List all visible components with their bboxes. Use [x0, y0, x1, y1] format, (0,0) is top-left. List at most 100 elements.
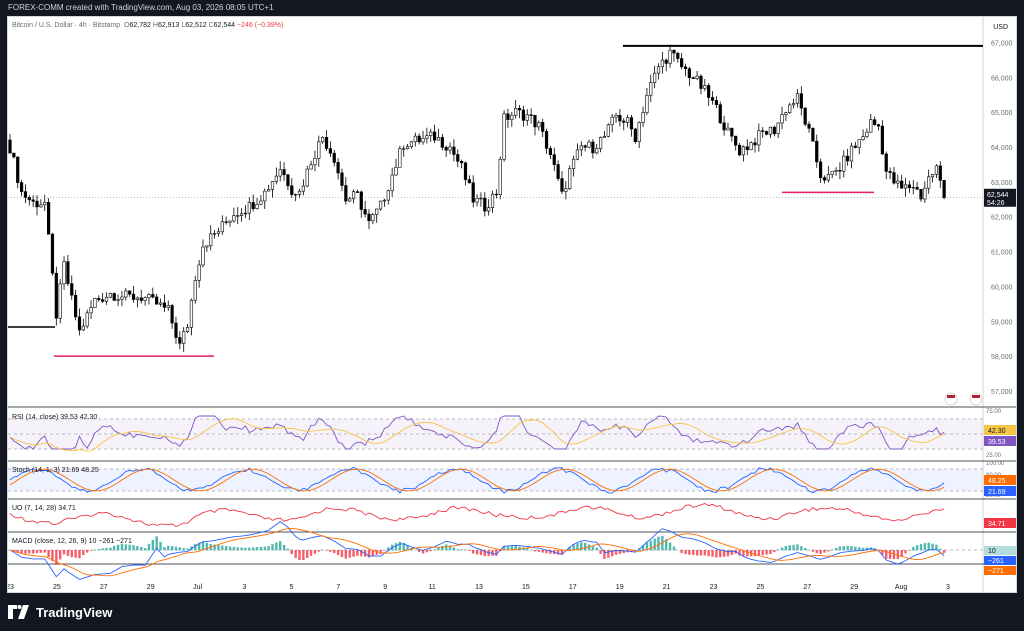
candle-up [668, 49, 672, 64]
candle-up [201, 246, 205, 266]
candle-up [429, 131, 433, 136]
candle-up [166, 305, 170, 308]
macd-hist-bar [321, 549, 324, 551]
macd-hist-bar [537, 550, 541, 552]
macd-hist-bar [398, 541, 402, 551]
candle-down [290, 185, 294, 195]
candle-down [363, 209, 367, 215]
candle-up [525, 114, 529, 121]
candle-up [514, 108, 518, 116]
macd-hist-bar [340, 550, 344, 558]
candle-down [734, 135, 738, 146]
candle-down [772, 126, 776, 135]
candle-down [506, 113, 510, 120]
macd-hist-bar [518, 546, 521, 551]
candle-down [367, 213, 371, 222]
candle-down [97, 298, 101, 300]
macd-hist-bar [336, 550, 340, 556]
candle-down [560, 178, 564, 192]
candle-down [915, 186, 919, 190]
macd-hist-bar [66, 550, 70, 556]
candle-down [128, 290, 132, 295]
macd-hist-bar [842, 546, 845, 551]
candle-up [606, 124, 610, 137]
candle-up [568, 168, 572, 189]
candle-down [359, 191, 363, 210]
candle-up [301, 185, 305, 192]
candle-down [884, 153, 888, 172]
macd-hist-bar [846, 545, 849, 551]
macd-hist-bar [583, 542, 587, 551]
candle-up [236, 215, 240, 217]
price-tick-label: 59,000 [991, 319, 1013, 326]
rsi-legend: RSI (14, close) 39.53 42.30 [12, 414, 97, 421]
candle-down [938, 165, 942, 181]
flag-stripe [972, 395, 980, 398]
macd-hist-bar [784, 546, 788, 551]
macd-hist-bar [441, 545, 444, 551]
date-tick-label: 11 [428, 584, 435, 591]
macd-hist-bar [182, 548, 185, 551]
candle-down [942, 180, 946, 199]
chart-panel[interactable]: Bitcoin / U.S. Dollar · 4h · Bitstamp O6… [7, 16, 1017, 593]
macd-hist-bar [221, 545, 224, 551]
macd-hist-bar [348, 550, 351, 558]
macd-hist-bar [858, 547, 861, 551]
candle-up [602, 135, 607, 138]
candle-down [101, 299, 105, 302]
date-tick-label: 29 [850, 584, 858, 591]
macd-hist-bar [329, 550, 332, 552]
price-tick-label: 63,000 [991, 180, 1013, 187]
candle-down [807, 123, 811, 129]
candle-up [212, 233, 217, 235]
macd-hist-bar [680, 550, 683, 554]
candle-down [672, 49, 676, 54]
candle-up [795, 93, 800, 104]
candle-up [93, 298, 97, 308]
candle-down [324, 137, 329, 149]
macd-hist-bar [302, 550, 305, 560]
candle-down [521, 109, 525, 121]
macd-hist-bar [186, 548, 189, 551]
candle-up [791, 102, 796, 106]
candle-down [12, 152, 16, 158]
candle-up [197, 264, 201, 281]
date-tick-label: 27 [803, 584, 811, 591]
date-tick-label: 5 [289, 584, 293, 591]
candle-down [336, 162, 340, 174]
candle-down [8, 139, 12, 154]
candle-up [780, 114, 784, 124]
candle-down [456, 154, 460, 162]
candle-up [425, 135, 429, 139]
candle-up [649, 82, 653, 96]
candle-down [332, 152, 336, 163]
macd-hist-bar [719, 550, 722, 558]
candle-down [131, 293, 136, 300]
candle-down [873, 119, 877, 125]
macd-hist-bar [529, 549, 533, 551]
macd-hist-bar [306, 550, 309, 559]
macd-hist-bar [394, 543, 398, 551]
macd-hist-bar [780, 547, 784, 551]
macd-hist-bar [765, 550, 768, 555]
candle-up [39, 204, 43, 208]
candle-down [819, 161, 823, 178]
candle-up [209, 233, 213, 247]
macd-hist-bar [113, 545, 116, 551]
candle-up [826, 174, 830, 181]
macd-hist-bar [468, 550, 471, 551]
candle-up [934, 165, 939, 175]
candle-down [541, 122, 545, 132]
candle-up [62, 261, 66, 285]
macd-hist-bar [151, 539, 155, 551]
candle-down [251, 202, 255, 209]
macd-hist-bar [132, 545, 135, 551]
macd-hist-bar [800, 546, 803, 551]
chart-canvas[interactable]: 67,000 66,000 65,000 64,000 63,000 62,000 61,0… [8, 17, 1017, 593]
candle-up [436, 137, 441, 141]
macd-hist-bar [526, 548, 529, 551]
macd-hist-bar [730, 550, 734, 555]
candle-down [533, 114, 537, 128]
candle-up [309, 164, 313, 170]
macd-hist-bar [271, 544, 274, 551]
